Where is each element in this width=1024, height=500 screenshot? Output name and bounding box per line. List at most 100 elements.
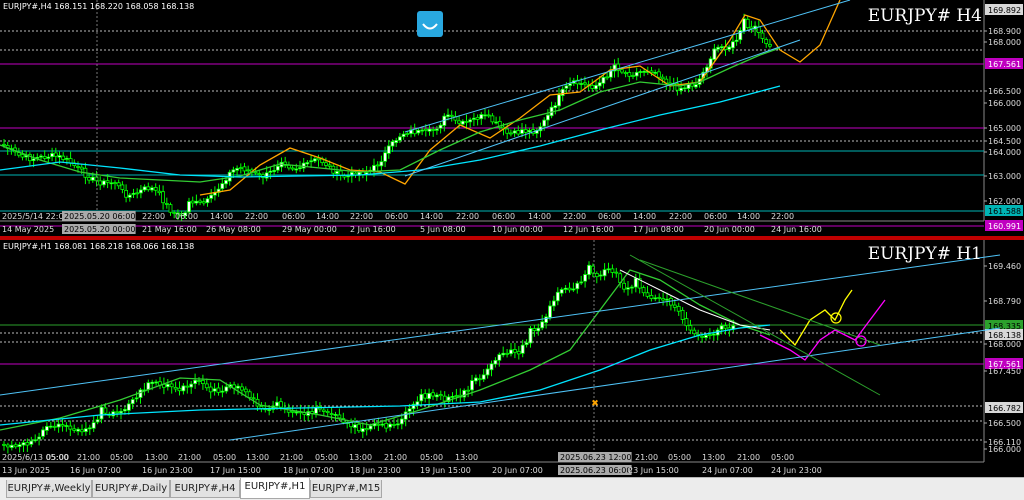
candle-body [20,154,25,158]
candle-body [555,291,560,302]
time-label: 2025/5/14 22:00 [2,212,69,221]
candle-body [614,271,619,274]
candle-body [42,156,47,159]
candle-body [305,162,310,165]
candle-body [590,84,595,89]
time-label: 2 Jun 16:00 [350,225,396,234]
candle-body [711,333,716,336]
candle-body [536,327,541,332]
candle-body [610,268,615,273]
candle-body [126,403,131,411]
candle-body [272,170,277,172]
smiley-face-icon[interactable] [417,11,443,37]
candle-body [298,167,302,170]
candle-body [64,425,69,427]
candle-body [649,295,654,299]
tab-eurjpy-m15[interactable]: EURJPY#,M15 [310,480,382,498]
candle-body [138,389,143,398]
h1-chart-canvas[interactable]: 169.460168.790168.335168.138168.000167.5… [0,240,1024,477]
price-label: 169.460 [988,262,1021,271]
time-label: 05:00 [668,453,691,462]
tab-eurjpy-h4[interactable]: EURJPY#,H4 [170,480,240,498]
candle-body [134,397,139,400]
candle-body [278,401,283,408]
tab-eurjpy-h1[interactable]: EURJPY#,H1 [240,478,310,499]
candle-body [682,87,687,90]
candle-body [438,394,443,397]
time-label: 14:00 [633,212,656,221]
candle-body [512,130,517,134]
h1-chart-pane[interactable]: 169.460 168.790 168.335 168.138 168.000 167.5… [0,240,1024,477]
time-label: 20 Jun 07:00 [492,466,543,475]
candle-body [312,158,317,162]
candle-body [719,325,724,330]
candle-body [239,386,244,391]
time-label: 5 Jun 08:00 [420,225,466,234]
time-label: 13:00 [455,453,478,462]
candle-body [680,309,685,320]
time-label: 12 Jun 16:00 [563,225,614,234]
candle-body [6,444,10,448]
candle-body [477,378,482,381]
candle-body [520,344,525,354]
price-label: 164.000 [988,148,1021,157]
candle-body [579,83,584,85]
candle-body [450,396,455,398]
price-label: 168.000 [988,38,1021,47]
candle-body [95,419,100,423]
candle-body [657,71,661,78]
candle-body [742,18,746,32]
candle-body [431,128,436,131]
candle-body [335,171,339,174]
h4-chart-canvas[interactable]: 169.892 168.900 168.000 167.561 166.500 166.0… [0,0,1024,236]
candle-body [552,300,556,307]
time-label: 2025.05.20 00:00 [64,225,135,234]
time-label: 22:00 [456,212,479,221]
candle-body [87,427,92,430]
tab-eurjpy-daily[interactable]: EURJPY#,Daily [92,480,170,498]
candle-body [684,318,689,327]
time-label: 05:00 [420,453,443,462]
candle-body [267,409,272,411]
tab-eurjpy-weekly[interactable]: EURJPY#,Weekly [6,480,92,498]
candle-body [375,164,380,167]
candle-body [516,130,521,135]
candle-body [356,423,361,432]
candle-body [208,386,213,393]
candle-body [657,297,662,299]
candle-body [76,428,80,432]
candle-body [275,401,279,407]
candle-body [197,380,201,382]
time-label: 21 May 16:00 [142,225,197,234]
time-label: 14 May 2025 [2,225,54,234]
candle-body [676,305,681,312]
candle-body [520,129,524,134]
candle-body [760,32,765,39]
candle-body [120,184,125,190]
time-label: 06:00 [704,212,727,221]
candle-body [198,200,203,203]
time-label: 18 Jun 07:00 [283,466,334,475]
candle-body [471,117,476,120]
candle-body [497,354,502,361]
candle-body [372,165,376,172]
candle-body [645,292,650,297]
candle-body [470,380,474,391]
candle-body [127,194,132,198]
h4-chart-pane[interactable]: 169.892 168.900 168.000 167.561 166.500 166.0… [0,0,1024,236]
candle-body [327,164,332,167]
candle-body [102,180,106,186]
price-label: 169.892 [988,6,1021,15]
candle-body [431,392,435,397]
candle-body [516,350,521,355]
candle-body [236,385,240,389]
candle-body [764,39,769,44]
time-label: 2025.06.23 06:00 [560,466,631,475]
candle-body [113,182,117,185]
candle-body [246,169,251,172]
candle-body [634,71,639,77]
candle-body [220,390,225,393]
h4-chart-title: EURJPY# H4 [867,6,982,26]
candle-body [694,84,698,88]
candle-body [745,18,750,28]
